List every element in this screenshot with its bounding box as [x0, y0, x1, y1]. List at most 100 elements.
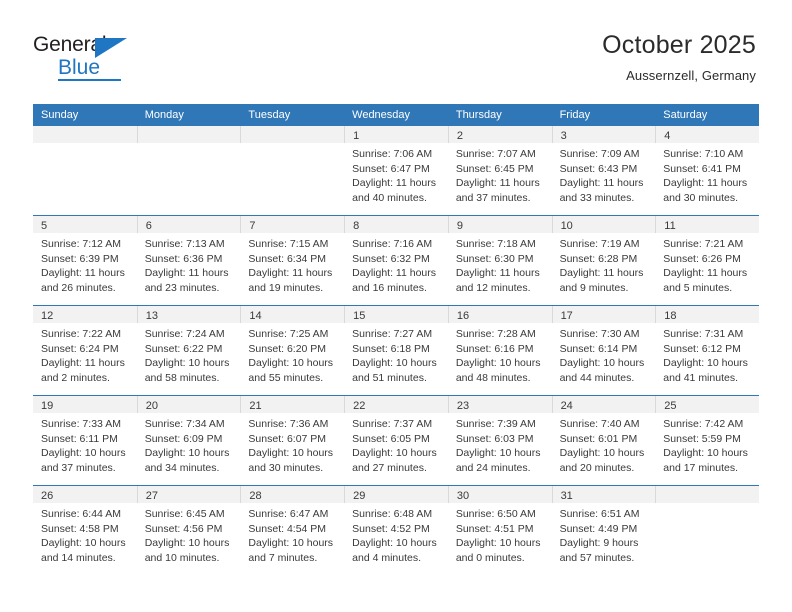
weekday-header-tuesday: Tuesday [248, 109, 291, 121]
calendar-day-cell[interactable]: 19 Sunrise: 7:33 AM Sunset: 6:11 PM Dayligh… [33, 396, 137, 485]
calendar-day-cell[interactable]: 30 Sunrise: 6:50 AM Sunset: 4:51 PM Dayligh… [447, 486, 552, 572]
day-number-band: 27 [136, 486, 241, 503]
day-number-band: 14 [240, 306, 345, 323]
sunset-text: Sunset: 6:12 PM [663, 342, 741, 355]
sunrise-text: Sunrise: 7:36 AM [248, 418, 329, 430]
day-number: 15 [353, 310, 366, 322]
calendar-day-cell-empty [33, 126, 137, 215]
day-details: Sunrise: 7:31 AM Sunset: 6:12 PM Daylight:… [655, 323, 759, 385]
calendar-day-cell[interactable]: 10 Sunrise: 7:19 AM Sunset: 6:28 PM Dayligh… [551, 216, 656, 305]
calendar-day-cell[interactable]: 11 Sunrise: 7:21 AM Sunset: 6:26 PM Dayligh… [655, 216, 759, 305]
day-number-band: 8 [344, 216, 448, 233]
calendar-day-cell[interactable]: 23 Sunrise: 7:39 AM Sunset: 6:03 PM Dayligh… [447, 396, 552, 485]
calendar-day-cell[interactable]: 24 Sunrise: 7:40 AM Sunset: 6:01 PM Dayligh… [551, 396, 656, 485]
calendar-day-cell[interactable]: 12 Sunrise: 7:22 AM Sunset: 6:24 PM Dayligh… [33, 306, 137, 395]
day-number-band: 4 [655, 126, 759, 143]
day-number-band: 1 [344, 126, 448, 143]
sunrise-text: Sunrise: 7:39 AM [455, 418, 536, 430]
logo-underline [58, 79, 121, 81]
daylight-text: Daylight: 10 hours and 0 minutes. [455, 537, 541, 564]
sunset-text: Sunset: 4:49 PM [559, 522, 638, 535]
sunrise-text: Sunrise: 7:34 AM [144, 418, 225, 430]
calendar-day-cell[interactable]: 21 Sunrise: 7:36 AM Sunset: 6:07 PM Dayligh… [240, 396, 345, 485]
weekday-header-row: Sunday Monday Tuesday Wednesday Thursday Frid… [33, 104, 759, 126]
daylight-text: Daylight: 11 hours and 5 minutes. [663, 267, 748, 294]
sunrise-text: Sunrise: 7:42 AM [663, 418, 744, 430]
day-number: 2 [456, 130, 463, 142]
sunrise-text: Sunrise: 6:51 AM [559, 508, 640, 520]
sunrise-text: Sunrise: 7:40 AM [559, 418, 640, 430]
calendar-day-cell[interactable]: 16 Sunrise: 7:28 AM Sunset: 6:16 PM Dayligh… [447, 306, 552, 395]
day-number: 17 [560, 310, 573, 322]
day-number-band [655, 486, 759, 503]
calendar-day-cell[interactable]: 26 Sunrise: 6:44 AM Sunset: 4:58 PM Dayligh… [33, 486, 137, 572]
calendar-day-cell[interactable]: 15 Sunrise: 7:27 AM Sunset: 6:18 PM Dayligh… [344, 306, 448, 395]
weekday-header-sunday: Sunday [41, 109, 79, 121]
sunrise-text: Sunrise: 7:06 AM [352, 148, 433, 160]
day-number-band: 29 [344, 486, 448, 503]
day-details: Sunrise: 6:48 AM Sunset: 4:52 PM Daylight:… [344, 503, 448, 565]
sunrise-text: Sunrise: 7:24 AM [144, 328, 225, 340]
sunset-text: Sunset: 6:26 PM [663, 252, 741, 265]
day-number: 18 [664, 310, 677, 322]
day-number: 16 [456, 310, 470, 322]
sunset-text: Sunset: 4:52 PM [352, 522, 430, 535]
daylight-text: Daylight: 10 hours and 55 minutes. [248, 357, 334, 384]
day-details: Sunrise: 7:19 AM Sunset: 6:28 PM Daylight:… [552, 233, 656, 295]
calendar-day-cell[interactable]: 9 Sunrise: 7:18 AM Sunset: 6:30 PM Daylight… [447, 216, 552, 305]
daylight-text: Daylight: 10 hours and 4 minutes. [352, 537, 437, 564]
day-details: Sunrise: 7:18 AM Sunset: 6:30 PM Daylight:… [448, 233, 552, 295]
weekday-header-wednesday: Wednesday [352, 109, 411, 121]
day-number: 13 [145, 310, 158, 322]
calendar-day-cell[interactable]: 8 Sunrise: 7:16 AM Sunset: 6:32 PM Daylight… [344, 216, 448, 305]
day-details: Sunrise: 7:30 AM Sunset: 6:14 PM Daylight:… [552, 323, 656, 385]
calendar-day-cell[interactable]: 13 Sunrise: 7:24 AM Sunset: 6:22 PM Dayligh… [136, 306, 241, 395]
calendar-day-cell[interactable]: 3 Sunrise: 7:09 AM Sunset: 6:43 PM Daylight… [551, 126, 656, 215]
day-number-band: 13 [136, 306, 241, 323]
day-number-band: 30 [447, 486, 552, 503]
day-number: 19 [41, 400, 54, 412]
calendar-day-cell[interactable]: 27 Sunrise: 6:45 AM Sunset: 4:56 PM Dayligh… [136, 486, 241, 572]
weekday-header-monday: Monday [144, 109, 184, 121]
calendar-day-cell[interactable]: 1 Sunrise: 7:06 AM Sunset: 6:47 PM Daylight… [344, 126, 448, 215]
day-number-band: 10 [551, 216, 656, 233]
page-header: General Blue October 2025 Aussernzell, G… [0, 0, 792, 104]
calendar-day-cell[interactable]: 25 Sunrise: 7:42 AM Sunset: 5:59 PM Dayligh… [655, 396, 759, 485]
calendar-day-cell[interactable]: 4 Sunrise: 7:10 AM Sunset: 6:41 PM Daylight… [655, 126, 759, 215]
sunrise-text: Sunrise: 7:31 AM [663, 328, 744, 340]
calendar-day-cell[interactable]: 5 Sunrise: 7:12 AM Sunset: 6:39 PM Daylight… [33, 216, 137, 305]
day-number-band [33, 126, 137, 143]
calendar-day-cell[interactable]: 6 Sunrise: 7:13 AM Sunset: 6:36 PM Daylight… [136, 216, 241, 305]
calendar-day-cell[interactable]: 14 Sunrise: 7:25 AM Sunset: 6:20 PM Dayligh… [240, 306, 345, 395]
calendar-day-cell[interactable]: 22 Sunrise: 7:37 AM Sunset: 6:05 PM Dayligh… [344, 396, 448, 485]
sunrise-text: Sunrise: 7:33 AM [41, 418, 121, 430]
calendar-day-cell[interactable]: 2 Sunrise: 7:07 AM Sunset: 6:45 PM Daylight… [447, 126, 552, 215]
calendar-day-cell[interactable]: 17 Sunrise: 7:30 AM Sunset: 6:14 PM Dayligh… [551, 306, 656, 395]
daylight-text: Daylight: 10 hours and 24 minutes. [455, 447, 541, 474]
day-details: Sunrise: 6:47 AM Sunset: 4:54 PM Daylight:… [240, 503, 344, 565]
sunset-text: Sunset: 6:18 PM [352, 342, 430, 355]
day-details: Sunrise: 7:37 AM Sunset: 6:05 PM Daylight:… [344, 413, 448, 475]
day-number-band: 28 [240, 486, 345, 503]
day-details: Sunrise: 7:39 AM Sunset: 6:03 PM Daylight:… [448, 413, 552, 475]
day-details: Sunrise: 7:21 AM Sunset: 6:26 PM Daylight:… [655, 233, 759, 295]
calendar-day-cell[interactable]: 20 Sunrise: 7:34 AM Sunset: 6:09 PM Dayligh… [136, 396, 241, 485]
calendar-day-cell[interactable]: 29 Sunrise: 6:48 AM Sunset: 4:52 PM Dayligh… [344, 486, 448, 572]
calendar-day-cell[interactable]: 31 Sunrise: 6:51 AM Sunset: 4:49 PM Dayligh… [551, 486, 656, 572]
daylight-text: Daylight: 10 hours and 37 minutes. [41, 447, 126, 474]
sunrise-text: Sunrise: 7:10 AM [663, 148, 744, 160]
generalblue-logo: General Blue [33, 34, 153, 84]
day-number-band [240, 126, 345, 143]
calendar-day-cell[interactable]: 18 Sunrise: 7:31 AM Sunset: 6:12 PM Dayligh… [655, 306, 759, 395]
day-number-band: 2 [447, 126, 552, 143]
sunrise-text: Sunrise: 6:45 AM [144, 508, 225, 520]
sunrise-text: Sunrise: 7:12 AM [41, 238, 121, 250]
day-details: Sunrise: 7:33 AM Sunset: 6:11 PM Daylight:… [33, 413, 137, 475]
calendar-day-cell[interactable]: 28 Sunrise: 6:47 AM Sunset: 4:54 PM Dayligh… [240, 486, 345, 572]
calendar-day-cell[interactable]: 7 Sunrise: 7:15 AM Sunset: 6:34 PM Daylight… [240, 216, 345, 305]
triangle-icon [95, 38, 127, 58]
day-number: 27 [145, 490, 158, 502]
sunset-text: Sunset: 6:03 PM [455, 432, 534, 445]
sunset-text: Sunset: 6:39 PM [41, 252, 119, 265]
day-number-band: 17 [551, 306, 656, 323]
